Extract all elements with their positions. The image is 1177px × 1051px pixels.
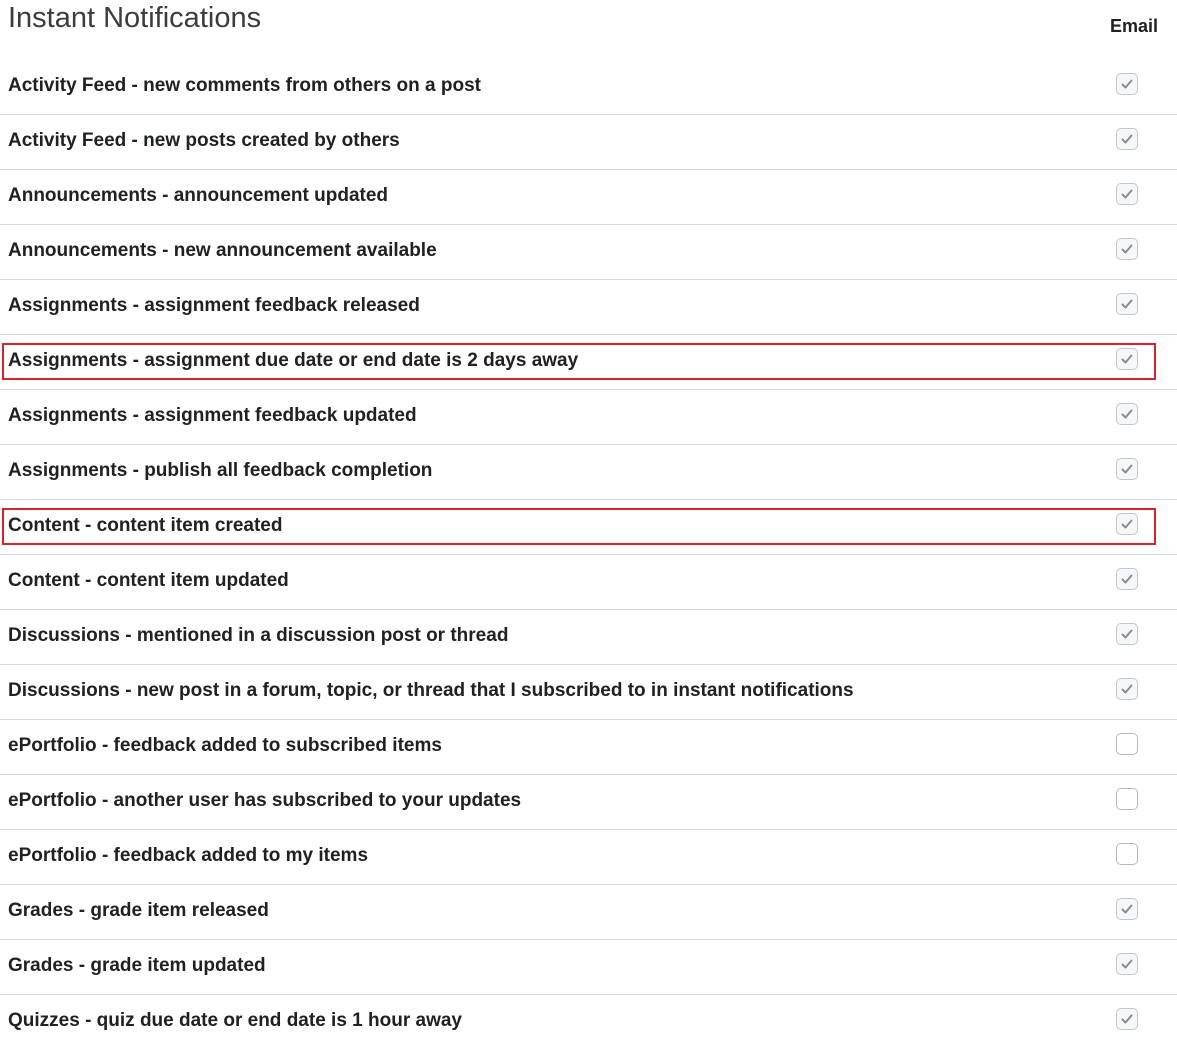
email-column-header: Email bbox=[1109, 16, 1159, 36]
notification-label: Quizzes - quiz due date or end date is 1… bbox=[8, 1010, 462, 1031]
notification-row: Activity Feed - new comments from others… bbox=[0, 60, 1177, 115]
notification-row: Quizzes - quiz due date or end date is 1… bbox=[0, 995, 1177, 1050]
notification-label: Assignments - assignment due date or end… bbox=[8, 350, 579, 371]
email-checkbox[interactable] bbox=[1116, 843, 1138, 865]
notification-label: Announcements - new announcement availab… bbox=[8, 240, 437, 261]
notification-label: Content - content item updated bbox=[8, 570, 289, 591]
check-icon bbox=[1121, 1014, 1133, 1024]
check-icon bbox=[1121, 409, 1133, 419]
check-icon bbox=[1121, 299, 1133, 309]
notification-label: Announcements - announcement updated bbox=[8, 185, 389, 206]
check-icon bbox=[1121, 904, 1133, 914]
notification-label: Grades - grade item released bbox=[8, 900, 269, 921]
notification-label: ePortfolio - feedback added to my items bbox=[8, 845, 369, 866]
notification-row: Content - content item created bbox=[0, 500, 1177, 555]
page-title: Instant Notifications bbox=[8, 2, 262, 34]
notification-row: Assignments - assignment feedback releas… bbox=[0, 280, 1177, 335]
email-checkbox[interactable] bbox=[1116, 403, 1138, 425]
email-checkbox[interactable] bbox=[1116, 788, 1138, 810]
check-icon bbox=[1121, 959, 1133, 969]
check-icon bbox=[1121, 464, 1133, 474]
check-icon bbox=[1121, 244, 1133, 254]
notification-label: Assignments - assignment feedback releas… bbox=[8, 295, 420, 316]
email-checkbox[interactable] bbox=[1116, 568, 1138, 590]
page-header: Instant Notifications Email bbox=[0, 0, 1177, 60]
check-icon bbox=[1121, 79, 1133, 89]
email-checkbox[interactable] bbox=[1116, 953, 1138, 975]
notification-row: ePortfolio - feedback added to subscribe… bbox=[0, 720, 1177, 775]
check-icon bbox=[1121, 354, 1133, 364]
notification-row: ePortfolio - another user has subscribed… bbox=[0, 775, 1177, 830]
email-checkbox[interactable] bbox=[1116, 293, 1138, 315]
notification-row: ePortfolio - feedback added to my items bbox=[0, 830, 1177, 885]
notification-row: Announcements - new announcement availab… bbox=[0, 225, 1177, 280]
notification-label: Assignments - assignment feedback update… bbox=[8, 405, 417, 426]
email-checkbox[interactable] bbox=[1116, 623, 1138, 645]
email-checkbox[interactable] bbox=[1116, 348, 1138, 370]
notification-row: Grades - grade item released bbox=[0, 885, 1177, 940]
check-icon bbox=[1121, 189, 1133, 199]
notification-label: Discussions - new post in a forum, topic… bbox=[8, 680, 854, 701]
notification-row: Assignments - assignment due date or end… bbox=[0, 335, 1177, 390]
email-checkbox[interactable] bbox=[1116, 183, 1138, 205]
notification-list: Activity Feed - new comments from others… bbox=[0, 60, 1177, 1050]
notification-label: ePortfolio - feedback added to subscribe… bbox=[8, 735, 442, 756]
notification-row: Assignments - assignment feedback update… bbox=[0, 390, 1177, 445]
check-icon bbox=[1121, 684, 1133, 694]
notification-label: Assignments - publish all feedback compl… bbox=[8, 460, 433, 481]
check-icon bbox=[1121, 134, 1133, 144]
email-checkbox[interactable] bbox=[1116, 128, 1138, 150]
notification-label: Content - content item created bbox=[8, 515, 283, 536]
check-icon bbox=[1121, 574, 1133, 584]
email-checkbox[interactable] bbox=[1116, 733, 1138, 755]
notification-label: Activity Feed - new comments from others… bbox=[8, 75, 481, 96]
email-checkbox[interactable] bbox=[1116, 513, 1138, 535]
notification-label: Discussions - mentioned in a discussion … bbox=[8, 625, 509, 646]
notification-row: Activity Feed - new posts created by oth… bbox=[0, 115, 1177, 170]
email-checkbox[interactable] bbox=[1116, 238, 1138, 260]
notification-row: Announcements - announcement updated bbox=[0, 170, 1177, 225]
notification-row: Grades - grade item updated bbox=[0, 940, 1177, 995]
email-checkbox[interactable] bbox=[1116, 1008, 1138, 1030]
email-checkbox[interactable] bbox=[1116, 678, 1138, 700]
notification-label: ePortfolio - another user has subscribed… bbox=[8, 790, 522, 811]
check-icon bbox=[1121, 519, 1133, 529]
notification-row: Discussions - mentioned in a discussion … bbox=[0, 610, 1177, 665]
notification-row: Discussions - new post in a forum, topic… bbox=[0, 665, 1177, 720]
notification-row: Content - content item updated bbox=[0, 555, 1177, 610]
notification-row: Assignments - publish all feedback compl… bbox=[0, 445, 1177, 500]
notification-label: Grades - grade item updated bbox=[8, 955, 266, 976]
email-checkbox[interactable] bbox=[1116, 898, 1138, 920]
check-icon bbox=[1121, 629, 1133, 639]
email-checkbox[interactable] bbox=[1116, 73, 1138, 95]
email-checkbox[interactable] bbox=[1116, 458, 1138, 480]
notification-label: Activity Feed - new posts created by oth… bbox=[8, 130, 400, 151]
